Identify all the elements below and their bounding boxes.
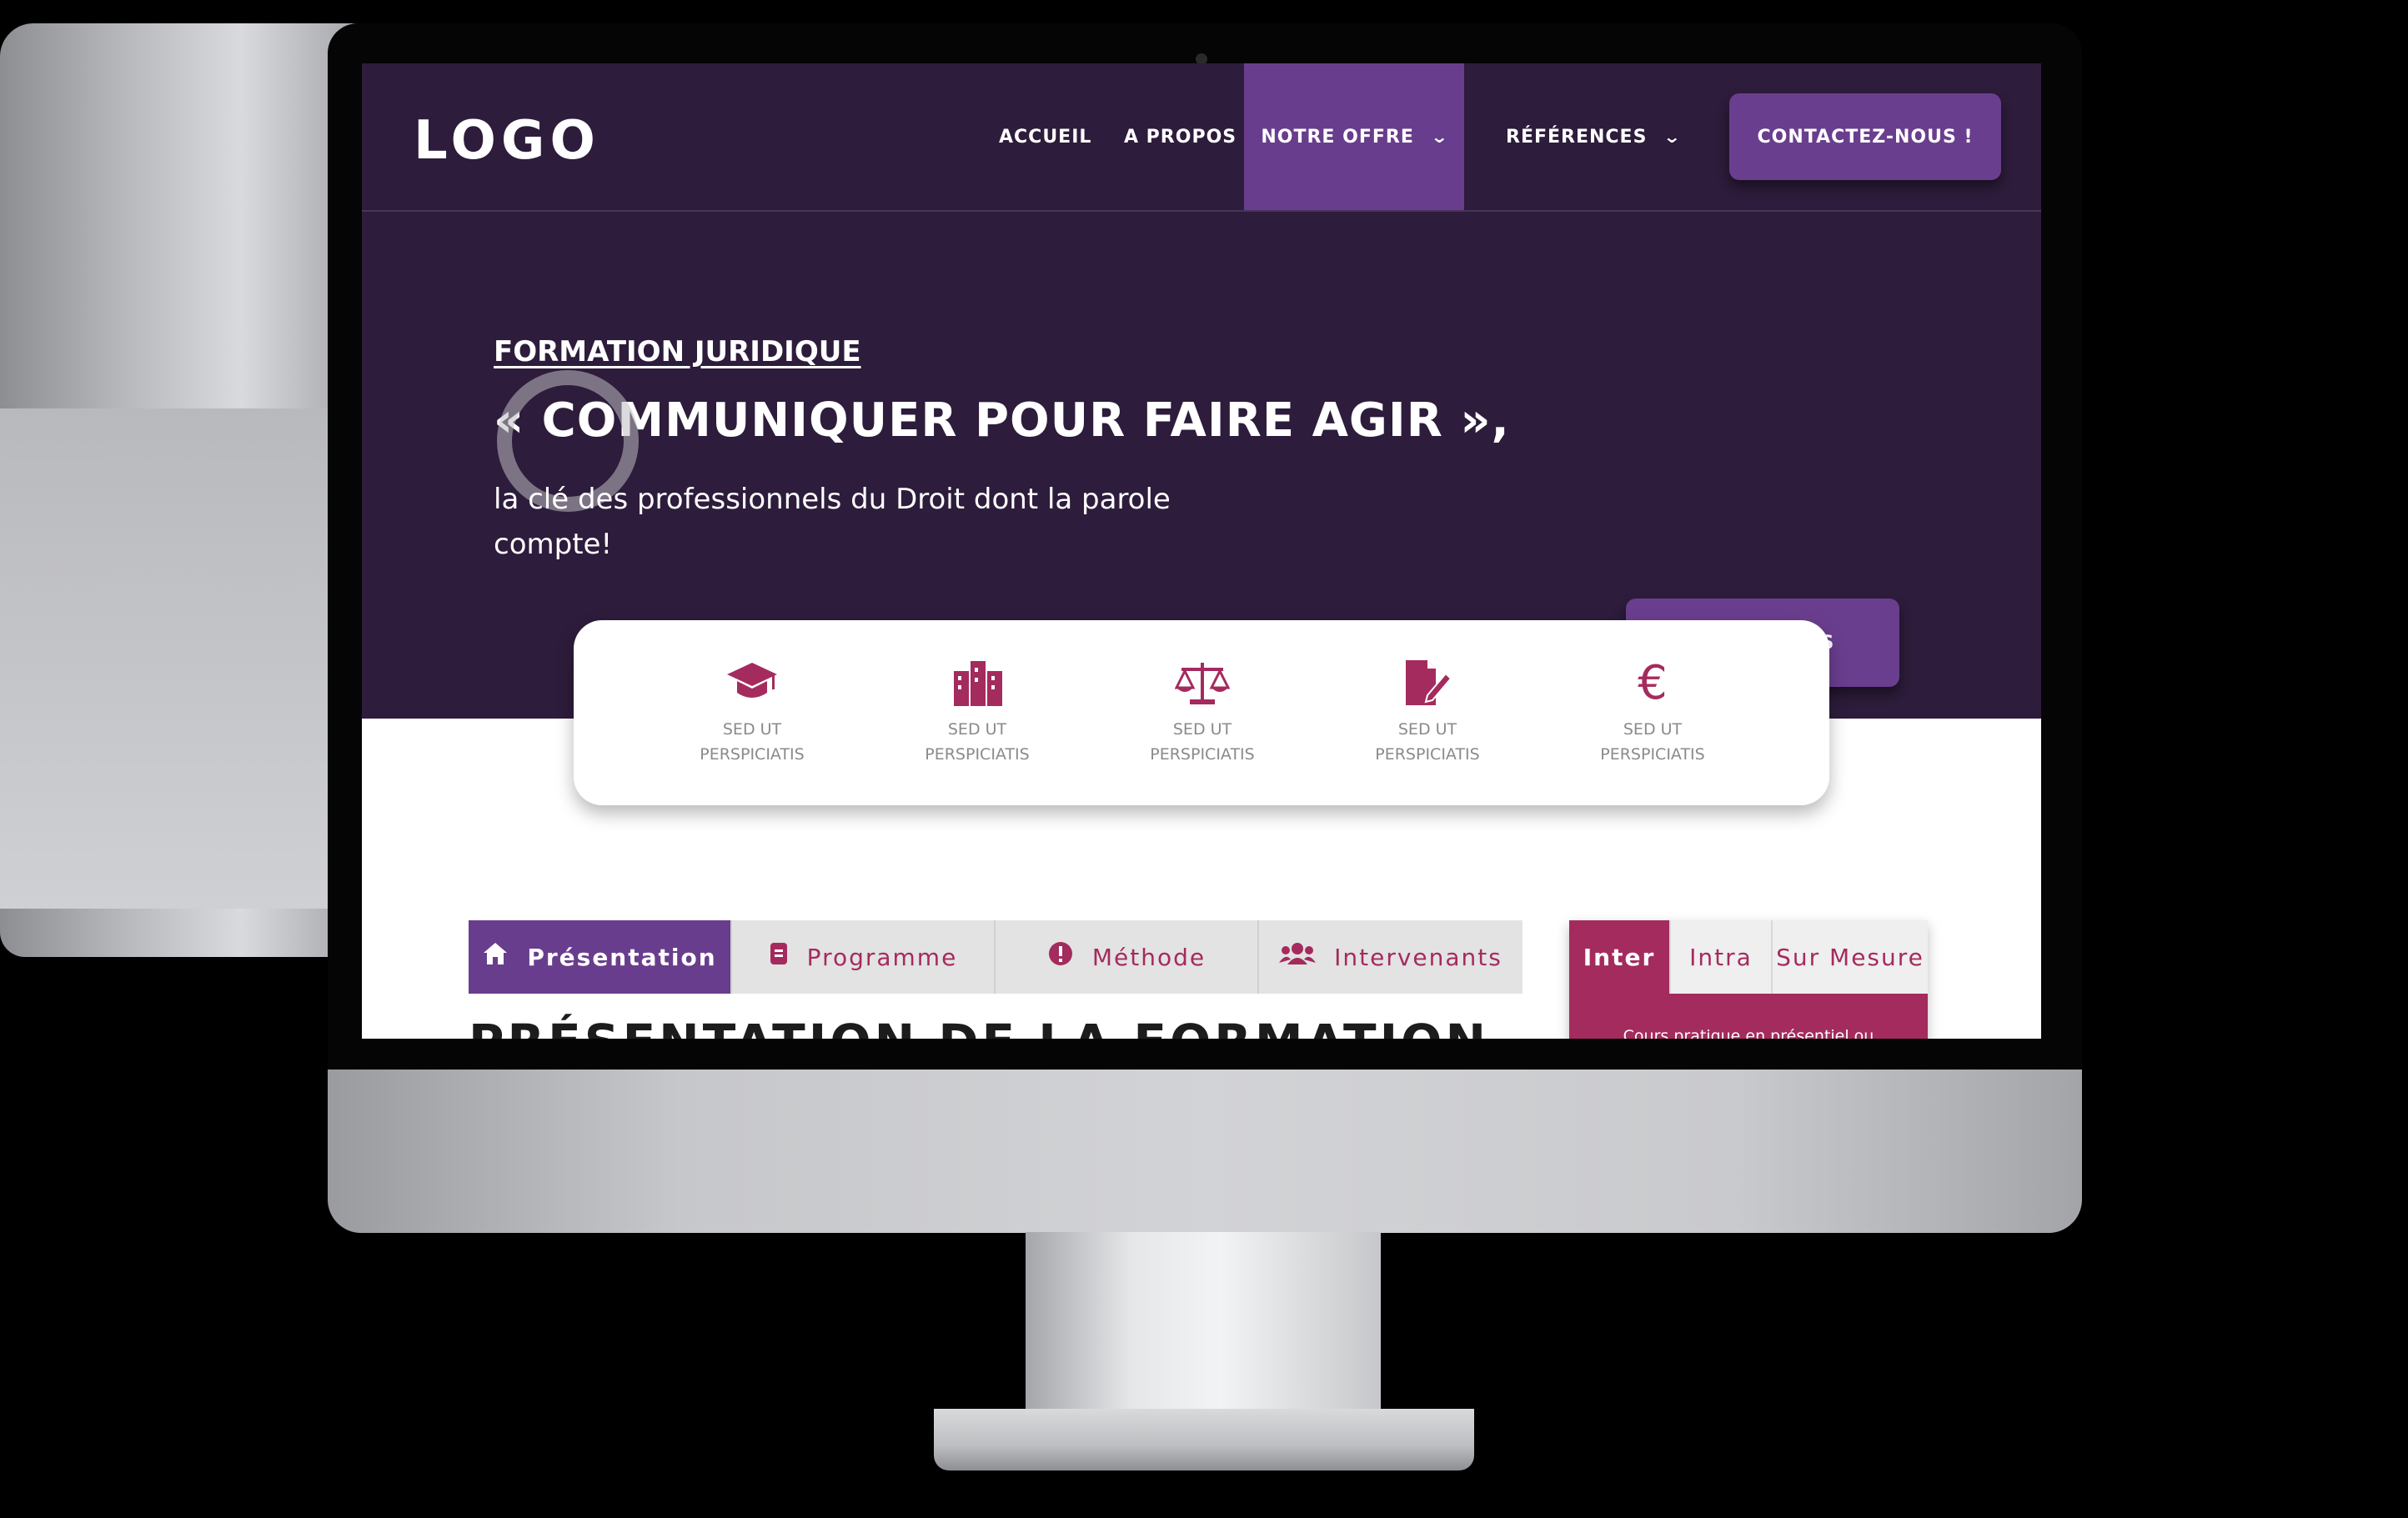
hero-eyebrow[interactable]: FORMATION JURIDIQUE bbox=[494, 335, 861, 368]
feature-item: SED UT PERSPICIATIS bbox=[669, 654, 835, 767]
graduation-cap-icon bbox=[669, 654, 835, 712]
nav-item-a-propos[interactable]: A PROPOS bbox=[1124, 63, 1237, 210]
tab-label: Intervenants bbox=[1334, 943, 1502, 971]
feature-label: SED UT PERSPICIATIS bbox=[1600, 720, 1705, 764]
tab-methode[interactable]: Méthode bbox=[996, 920, 1259, 994]
monitor-chin bbox=[328, 1070, 2082, 1233]
nav-item-label: A PROPOS bbox=[1124, 126, 1237, 148]
nav-item-notre-offre[interactable]: NOTRE OFFRE ⌄ bbox=[1244, 63, 1464, 210]
tab-label: Méthode bbox=[1091, 943, 1207, 971]
feature-item: SED UT PERSPICIATIS bbox=[1119, 654, 1286, 767]
pricing-tabs: Inter Intra Sur Mesure bbox=[1569, 920, 1928, 994]
tab-presentation[interactable]: Présentation bbox=[469, 920, 732, 994]
contact-button[interactable]: CONTACTEZ-NOUS ! bbox=[1729, 93, 2001, 180]
feature-label: SED UT PERSPICIATIS bbox=[700, 720, 805, 764]
monitor-stand-foot bbox=[934, 1409, 1474, 1470]
scales-icon bbox=[1119, 654, 1286, 712]
website-screen: LOGO ACCUEIL A PROPOS NOTRE OFFRE ⌄ RÉFÉ… bbox=[362, 63, 2041, 1039]
document-icon bbox=[769, 941, 789, 973]
tab-intervenants[interactable]: Intervenants bbox=[1259, 920, 1523, 994]
chevron-down-icon: ⌄ bbox=[1430, 127, 1450, 147]
nav-item-references[interactable]: RÉFÉRENCES ⌄ bbox=[1506, 63, 1683, 210]
site-logo[interactable]: LOGO bbox=[414, 110, 600, 172]
feature-item: SED UT PERSPICIATIS bbox=[894, 654, 1061, 767]
pricing-panel: Inter Intra Sur Mesure Cours pratique en… bbox=[1569, 920, 1928, 1039]
feature-item: € SED UT PERSPICIATIS bbox=[1569, 654, 1736, 767]
alert-icon bbox=[1047, 940, 1074, 974]
feature-label: SED UT PERSPICIATIS bbox=[1150, 720, 1255, 764]
content-tabs: Présentation Programme Méthode Intervena… bbox=[469, 920, 1523, 994]
features-card: SED UT PERSPICIATIS SED UT PERSPICIATIS … bbox=[574, 620, 1829, 805]
pricing-tab-sur-mesure[interactable]: Sur Mesure bbox=[1773, 920, 1928, 994]
users-icon bbox=[1279, 941, 1317, 973]
tab-label: Présentation bbox=[527, 943, 717, 971]
feature-item: SED UT PERSPICIATIS bbox=[1344, 654, 1511, 767]
hero-title: « COMMUNIQUER POUR FAIRE AGIR », bbox=[494, 393, 1510, 448]
tab-label: Programme bbox=[806, 943, 958, 971]
site-header: LOGO ACCUEIL A PROPOS NOTRE OFFRE ⌄ RÉFÉ… bbox=[362, 63, 2041, 212]
document-signature-icon bbox=[1344, 654, 1511, 712]
nav-item-label: RÉFÉRENCES bbox=[1506, 126, 1648, 148]
building-icon bbox=[894, 654, 1061, 712]
pricing-tab-inter[interactable]: Inter bbox=[1569, 920, 1671, 994]
hero-subtitle: la clé des professionnels du Droit dont … bbox=[494, 483, 1171, 561]
home-icon bbox=[482, 941, 509, 973]
nav-item-label: NOTRE OFFRE bbox=[1261, 126, 1414, 148]
chevron-down-icon: ⌄ bbox=[1663, 127, 1683, 147]
pricing-tab-intra[interactable]: Intra bbox=[1671, 920, 1773, 994]
background-shadow-lower bbox=[0, 408, 350, 909]
tab-programme[interactable]: Programme bbox=[732, 920, 996, 994]
nav-item-label: ACCUEIL bbox=[999, 126, 1092, 148]
feature-label: SED UT PERSPICIATIS bbox=[1375, 720, 1480, 764]
nav-item-accueil[interactable]: ACCUEIL bbox=[999, 63, 1091, 210]
section-title: PRÉSENTATION DE LA FORMATION bbox=[469, 1014, 1489, 1039]
feature-label: SED UT PERSPICIATIS bbox=[925, 720, 1030, 764]
pricing-body-text: Cours pratique en présentiel ou bbox=[1569, 994, 1928, 1039]
euro-icon: € bbox=[1638, 655, 1668, 710]
